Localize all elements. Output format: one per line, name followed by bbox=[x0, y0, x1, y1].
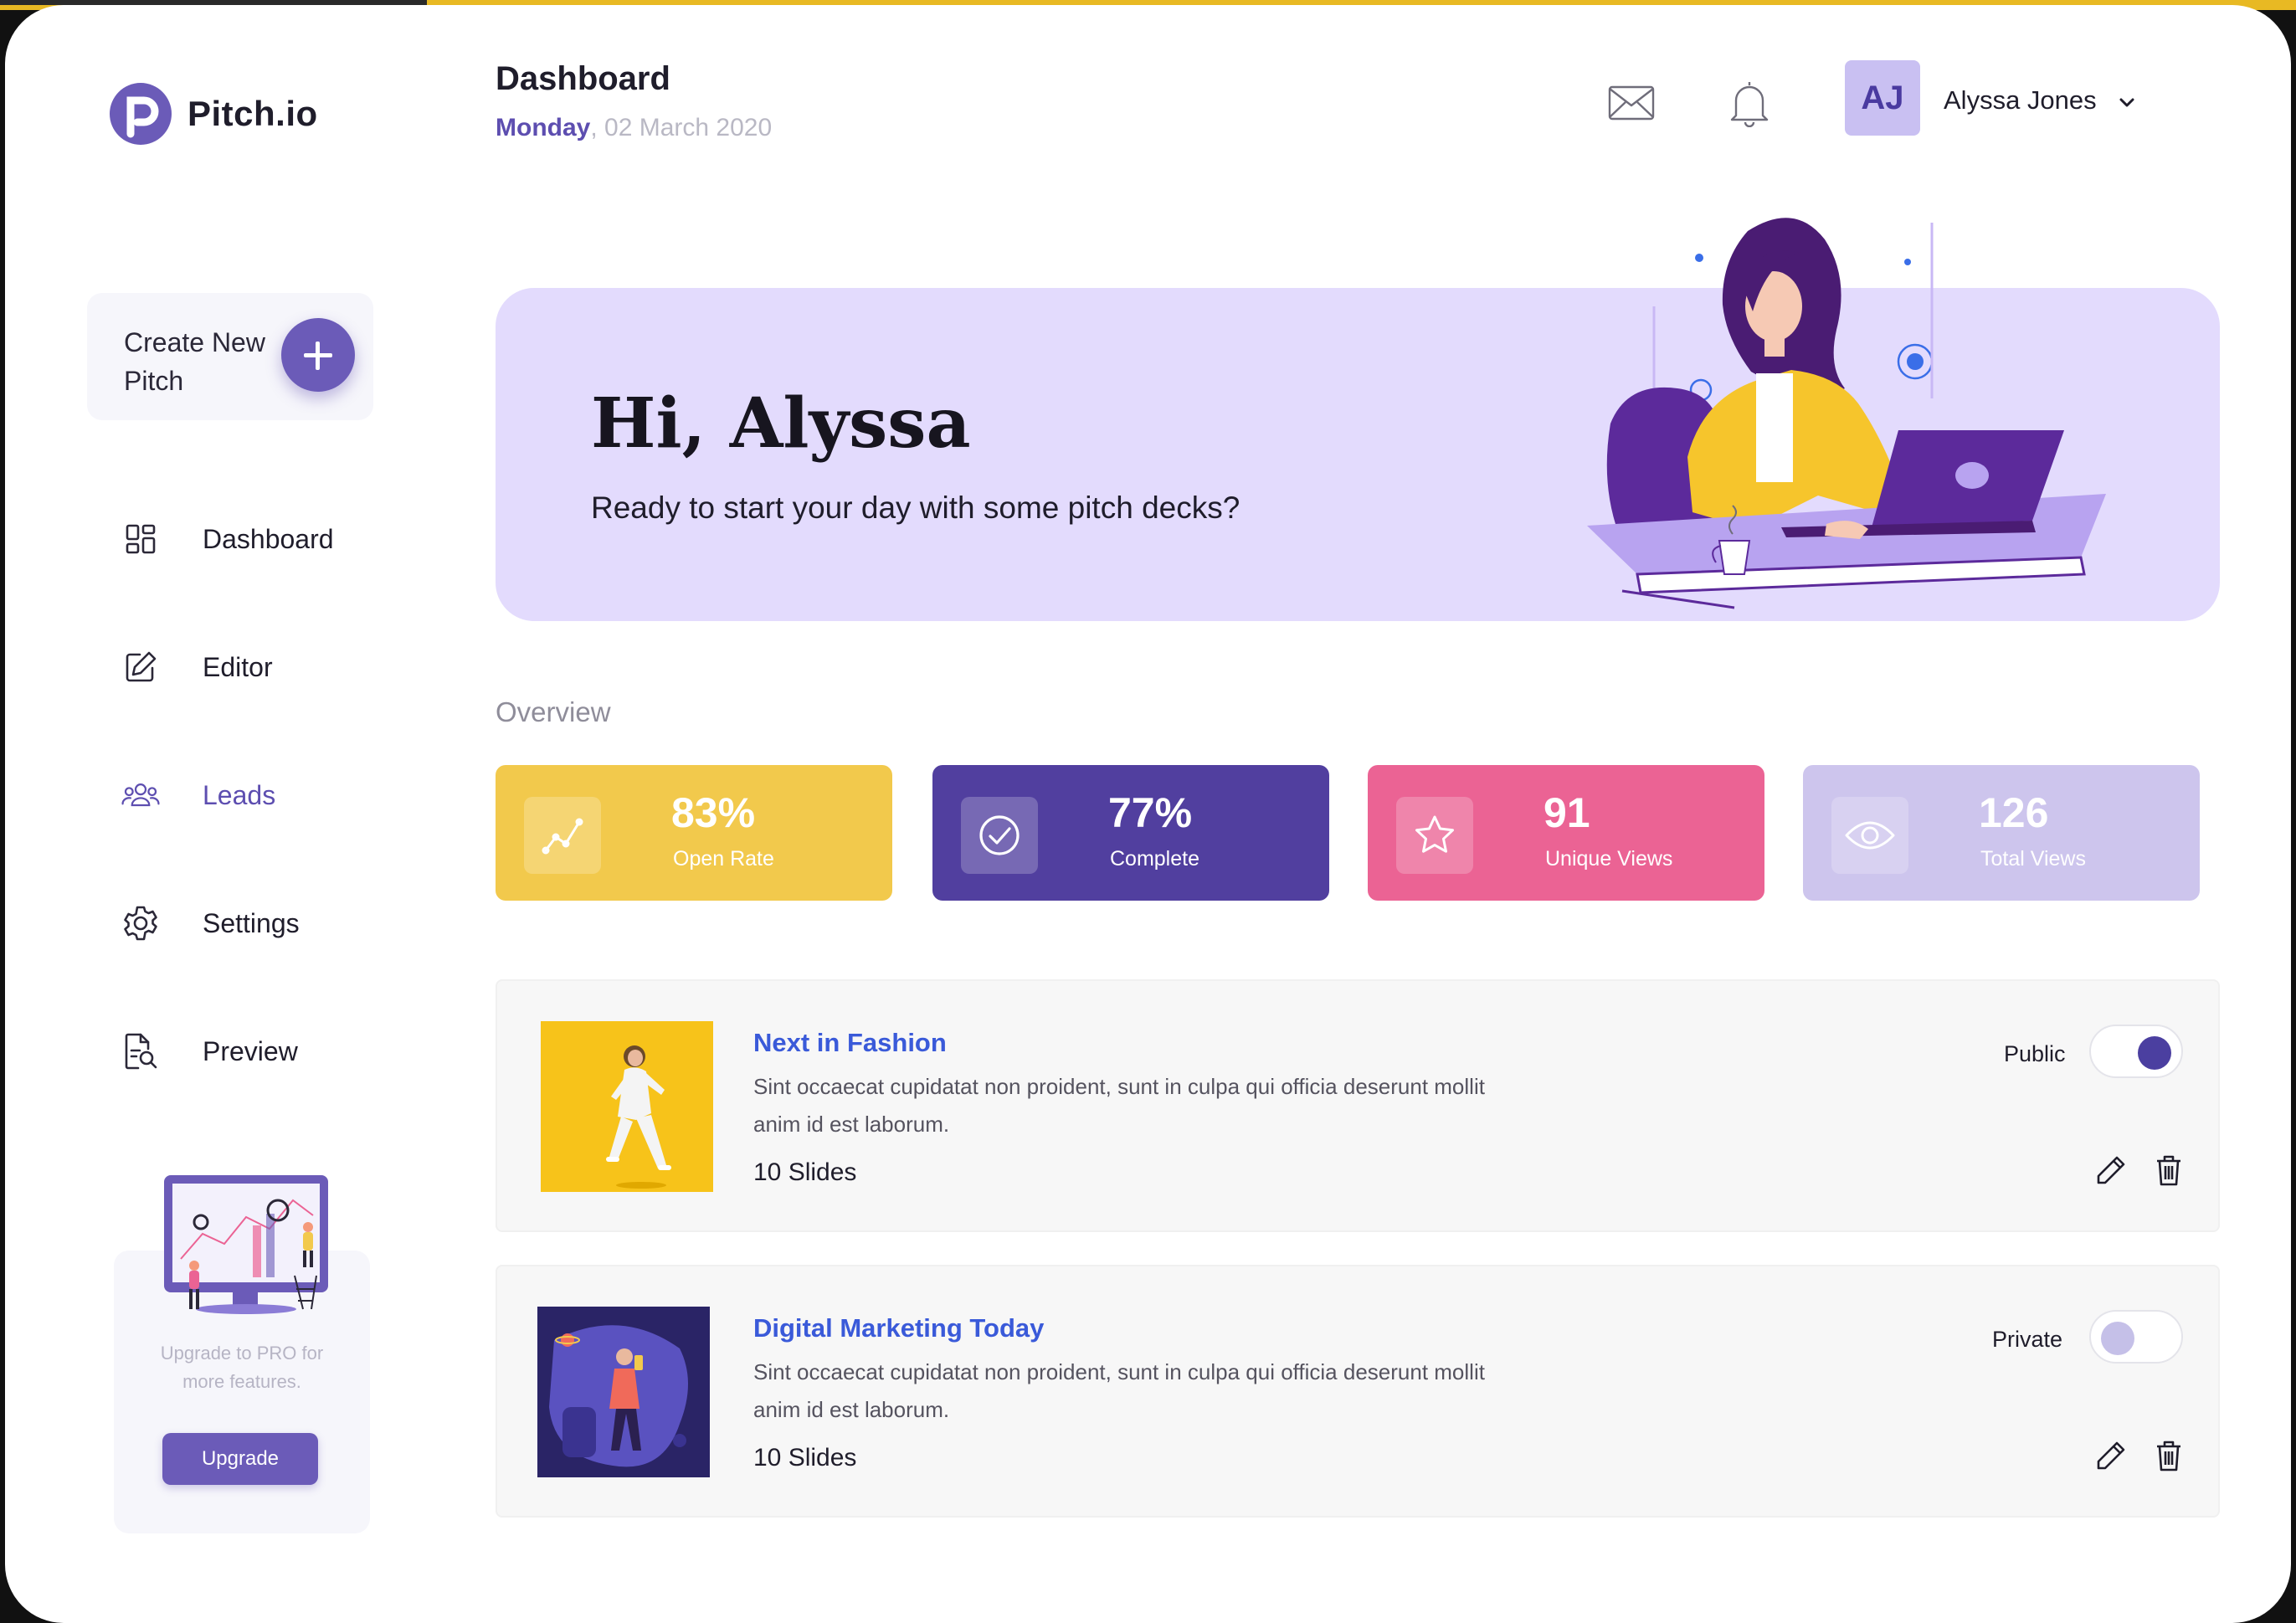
trash-icon[interactable] bbox=[2155, 1153, 2183, 1187]
toggle-knob bbox=[2101, 1322, 2134, 1355]
document-search-icon bbox=[121, 1031, 161, 1071]
create-new-pitch-card[interactable]: Create New Pitch bbox=[87, 293, 373, 420]
sidebar-item-leads[interactable]: Leads bbox=[121, 770, 388, 820]
stat-label: Total Views bbox=[1980, 847, 2086, 871]
visibility-toggle[interactable] bbox=[2089, 1310, 2183, 1364]
sidebar-item-label: Leads bbox=[203, 779, 276, 810]
pitch-description: Sint occaecat cupidatat non proident, su… bbox=[753, 1074, 1485, 1137]
upgrade-button[interactable]: Upgrade bbox=[162, 1433, 318, 1485]
brand-name: Pitch.io bbox=[187, 94, 318, 133]
woman-at-laptop-illustration bbox=[1570, 206, 2173, 658]
upgrade-promo-text: Upgrade to PRO for more features. bbox=[160, 1343, 324, 1392]
stat-value: 126 bbox=[1979, 789, 2049, 836]
welcome-subtitle: Ready to start your day with some pitch … bbox=[591, 490, 1240, 525]
stat-value: 91 bbox=[1544, 789, 1590, 836]
pencil-icon[interactable] bbox=[2094, 1153, 2128, 1187]
trash-icon[interactable] bbox=[2155, 1439, 2183, 1472]
app-window: Pitch.io Create New Pitch Dashboard Edit… bbox=[5, 5, 2291, 1623]
visibility-label: Public bbox=[2004, 1041, 2066, 1066]
welcome-greeting: Hi, Alyssa bbox=[591, 383, 971, 464]
date-rest: , 02 March 2020 bbox=[590, 114, 773, 141]
stat-card-open-rate[interactable]: 83% Open Rate bbox=[496, 765, 892, 901]
visibility-toggle[interactable] bbox=[2089, 1025, 2183, 1078]
pitch-slide-count: 10 Slides bbox=[753, 1444, 857, 1471]
stat-value: 77% bbox=[1108, 789, 1193, 836]
sidebar-item-dashboard[interactable]: Dashboard bbox=[121, 514, 388, 564]
user-name[interactable]: Alyssa Jones bbox=[1944, 85, 2097, 116]
sidebar-item-editor[interactable]: Editor bbox=[121, 642, 388, 692]
mail-icon[interactable] bbox=[1607, 84, 1656, 122]
create-new-pitch-label: Create New Pitch bbox=[124, 327, 265, 396]
analytics-illustration bbox=[152, 1167, 347, 1317]
toggle-knob bbox=[2138, 1036, 2171, 1070]
sidebar-item-label: Editor bbox=[203, 651, 273, 682]
sidebar-item-label: Settings bbox=[203, 907, 300, 938]
pitch-thumbnail-marketing bbox=[537, 1307, 710, 1477]
stat-value: 83% bbox=[671, 789, 756, 836]
pitch-description: Sint occaecat cupidatat non proident, su… bbox=[753, 1359, 1485, 1422]
plus-icon[interactable] bbox=[281, 318, 355, 392]
avatar[interactable]: AJ bbox=[1845, 60, 1920, 136]
brand-logo[interactable]: Pitch.io bbox=[109, 82, 318, 146]
page-title: Dashboard bbox=[496, 60, 670, 97]
sidebar-item-label: Preview bbox=[203, 1035, 298, 1066]
stat-label: Unique Views bbox=[1545, 847, 1673, 871]
eye-icon bbox=[1831, 797, 1908, 874]
pitch-thumbnail-fashion bbox=[541, 1021, 713, 1192]
gear-icon bbox=[121, 903, 161, 943]
date-day: Monday bbox=[496, 114, 591, 141]
visibility-label: Private bbox=[1992, 1327, 2063, 1352]
trend-icon bbox=[524, 797, 601, 874]
chevron-down-icon[interactable] bbox=[2114, 90, 2139, 116]
sidebar-item-label: Dashboard bbox=[203, 523, 334, 554]
edit-icon bbox=[121, 647, 161, 687]
sidebar-item-settings[interactable]: Settings bbox=[121, 898, 388, 948]
pitch-title[interactable]: Digital Marketing Today bbox=[753, 1313, 1044, 1343]
overview-heading: Overview bbox=[496, 696, 611, 727]
grid-icon bbox=[121, 519, 161, 559]
stat-card-unique-views[interactable]: 91 Unique Views bbox=[1368, 765, 1764, 901]
stat-card-total-views[interactable]: 126 Total Views bbox=[1803, 765, 2200, 901]
bell-icon[interactable] bbox=[1728, 79, 1771, 128]
pitch-slide-count: 10 Slides bbox=[753, 1158, 857, 1186]
users-icon bbox=[121, 775, 161, 815]
pitch-title[interactable]: Next in Fashion bbox=[753, 1028, 947, 1058]
pencil-icon[interactable] bbox=[2094, 1439, 2128, 1472]
check-circle-icon bbox=[961, 797, 1038, 874]
pitch-card[interactable]: Next in Fashion Sint occaecat cupidatat … bbox=[496, 979, 2220, 1232]
stat-card-complete[interactable]: 77% Complete bbox=[932, 765, 1329, 901]
sidebar-item-preview[interactable]: Preview bbox=[121, 1026, 388, 1076]
current-date: Monday, 02 March 2020 bbox=[496, 114, 772, 142]
pitch-card[interactable]: Digital Marketing Today Sint occaecat cu… bbox=[496, 1265, 2220, 1518]
stat-label: Open Rate bbox=[673, 847, 774, 871]
stat-label: Complete bbox=[1110, 847, 1199, 871]
star-icon bbox=[1396, 797, 1473, 874]
pitch-logo-icon bbox=[109, 82, 172, 146]
